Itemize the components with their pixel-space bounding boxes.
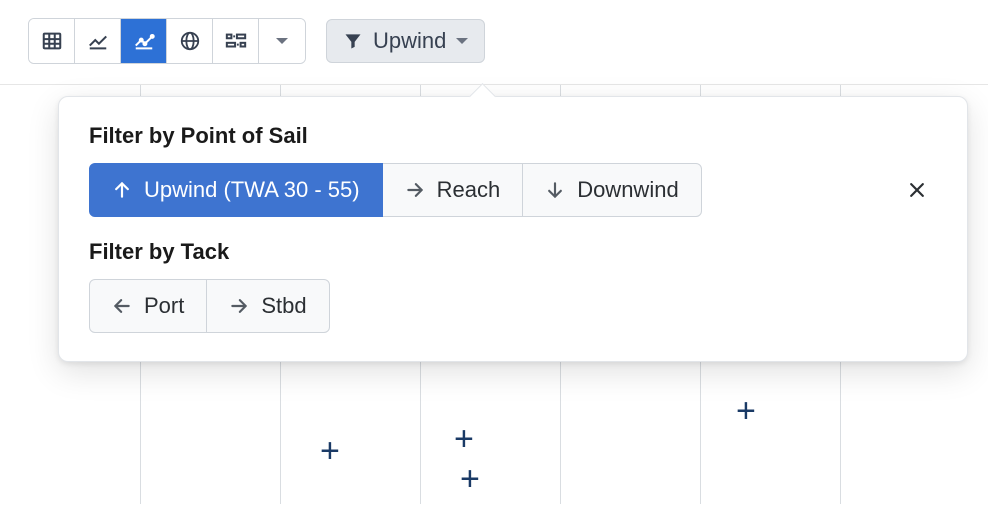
filter-dropdown-button[interactable]: Upwind — [326, 19, 485, 63]
pos-downwind-label: Downwind — [577, 177, 679, 203]
view-mode-group — [28, 18, 306, 64]
filter-tack-title: Filter by Tack — [89, 239, 937, 265]
chart-point: + — [460, 462, 480, 496]
tack-port-label: Port — [144, 293, 184, 319]
caret-down-icon — [456, 38, 468, 44]
funnel-icon — [343, 31, 363, 51]
pos-reach-button[interactable]: Reach — [382, 163, 524, 217]
clear-pos-filter-button[interactable] — [897, 170, 937, 210]
tack-segment-group: Port Stbd — [89, 279, 330, 333]
arrow-right-icon — [405, 180, 425, 200]
view-line-chart-button[interactable] — [75, 19, 121, 63]
view-map-button[interactable] — [167, 19, 213, 63]
close-icon — [907, 180, 927, 200]
line-chart-icon — [87, 30, 109, 52]
tack-stbd-button[interactable]: Stbd — [206, 279, 329, 333]
view-table-button[interactable] — [29, 19, 75, 63]
scatter-chart-icon — [133, 30, 155, 52]
chart-point: + — [454, 422, 474, 456]
pos-upwind-button[interactable]: Upwind (TWA 30 - 55) — [89, 163, 383, 217]
pos-downwind-button[interactable]: Downwind — [522, 163, 702, 217]
arrow-right-icon — [229, 296, 249, 316]
arrow-down-icon — [545, 180, 565, 200]
pos-segment-group: Upwind (TWA 30 - 55) Reach Downwind — [89, 163, 702, 217]
chart-point: + — [320, 434, 340, 468]
chart-point: + — [736, 394, 756, 428]
tack-stbd-label: Stbd — [261, 293, 306, 319]
tune-icon — [225, 31, 247, 51]
pos-reach-label: Reach — [437, 177, 501, 203]
arrow-up-icon — [112, 180, 132, 200]
tack-port-button[interactable]: Port — [89, 279, 207, 333]
filter-pos-title: Filter by Point of Sail — [89, 123, 937, 149]
filter-dropdown-label: Upwind — [373, 28, 446, 54]
caret-down-icon — [276, 38, 288, 44]
view-scatter-chart-button[interactable] — [121, 19, 167, 63]
view-more-dropdown[interactable] — [259, 19, 305, 63]
table-icon — [41, 30, 63, 52]
view-toolbar: Upwind — [0, 18, 988, 85]
filter-popover: Filter by Point of Sail Upwind (TWA 30 -… — [58, 96, 968, 362]
view-compare-button[interactable] — [213, 19, 259, 63]
pos-upwind-label: Upwind (TWA 30 - 55) — [144, 177, 360, 203]
globe-icon — [179, 30, 201, 52]
arrow-left-icon — [112, 296, 132, 316]
